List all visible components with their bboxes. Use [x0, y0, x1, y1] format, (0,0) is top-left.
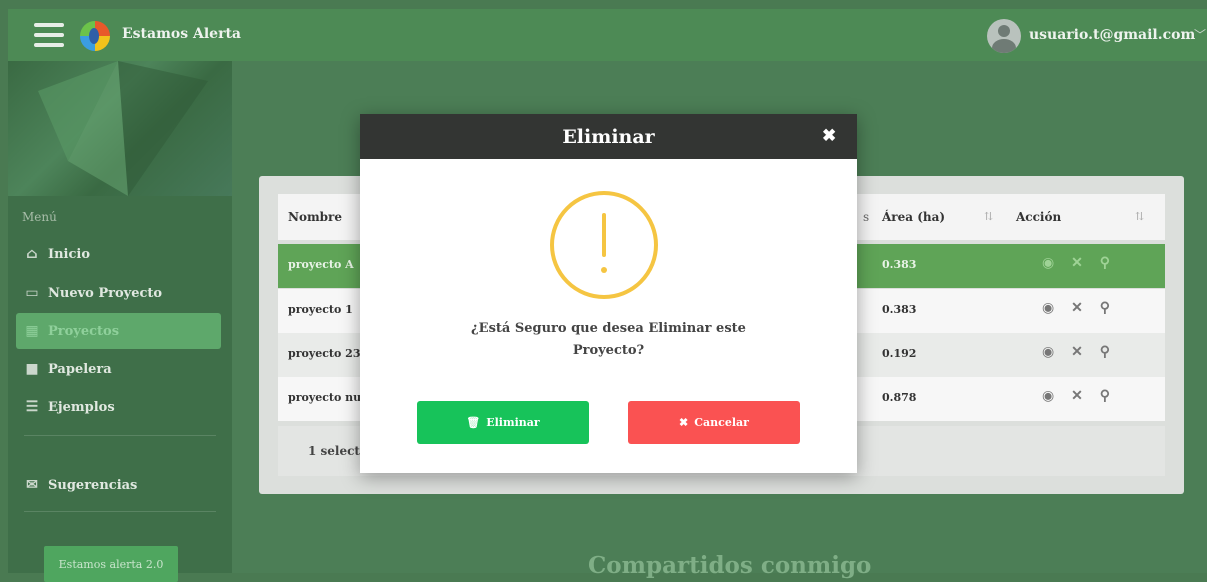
- warning-dot: [601, 267, 607, 273]
- confirm-delete-button[interactable]: 🗑 Eliminar: [417, 401, 589, 444]
- cancel-label: Cancelar: [694, 416, 749, 429]
- trash-icon: 🗑: [466, 416, 481, 429]
- close-icon[interactable]: ✖: [822, 126, 836, 146]
- warning-icon: [550, 191, 658, 299]
- modal-header: Eliminar ✖: [360, 114, 857, 159]
- cancel-button[interactable]: ✖ Cancelar: [628, 401, 800, 444]
- cancel-x-icon: ✖: [679, 416, 689, 429]
- warning-bar: [602, 213, 606, 257]
- modal-title: Eliminar: [562, 126, 655, 148]
- modal-message: ¿Está Seguro que desea Eliminar este Pro…: [471, 321, 746, 358]
- confirm-delete-label: Eliminar: [486, 416, 540, 429]
- delete-confirm-modal: Eliminar ✖ ¿Está Seguro que desea Elimin…: [360, 114, 857, 473]
